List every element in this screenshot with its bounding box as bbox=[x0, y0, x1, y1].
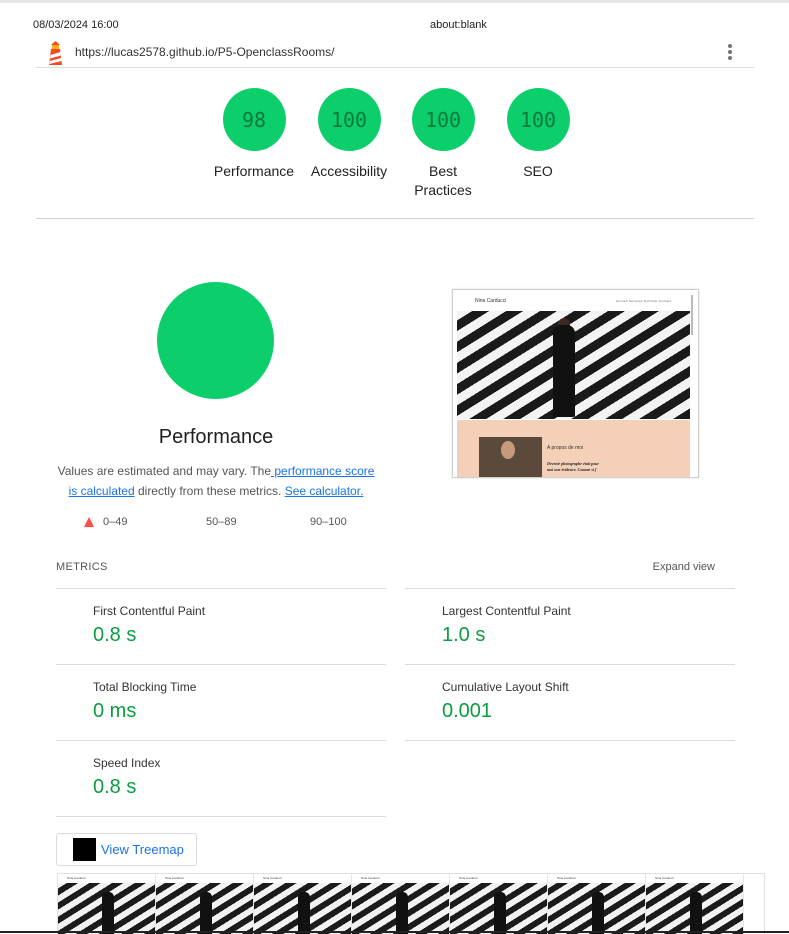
report-url[interactable]: https://lucas2578.github.io/P5-Openclass… bbox=[75, 45, 334, 59]
frame-person bbox=[494, 892, 506, 934]
filmstrip-frame: Nina Carducci bbox=[548, 874, 646, 934]
metric-cumulative-layout-shift: Cumulative Layout Shift 0.001 bbox=[405, 664, 735, 741]
expand-view-toggle[interactable]: Expand view bbox=[653, 561, 715, 573]
screenshot-about-section: A propos de moi Devenir photographe étai… bbox=[457, 420, 690, 477]
metrics-title: METRICS bbox=[56, 561, 108, 573]
see-calculator-link[interactable]: See calculator. bbox=[285, 484, 364, 498]
view-treemap-label: View Treemap bbox=[101, 842, 184, 857]
about-text-line: Devenir photographe était pour bbox=[547, 461, 599, 466]
filmstrip-frame: Nina Carducci bbox=[450, 874, 548, 934]
gauge-score: 100 bbox=[411, 88, 475, 151]
frame-person bbox=[396, 892, 408, 934]
frame-site-name: Nina Carducci bbox=[263, 876, 282, 880]
frame-site-name: Nina Carducci bbox=[655, 876, 674, 880]
screenshot-scrollbar bbox=[691, 295, 693, 335]
metric-label: Largest Contentful Paint bbox=[442, 604, 571, 618]
treemap-icon bbox=[73, 838, 96, 861]
desc-prefix: Values are estimated and may vary. The bbox=[57, 464, 272, 478]
frame-person bbox=[690, 892, 702, 934]
gauge-seo[interactable]: 100 SEO bbox=[493, 88, 583, 181]
metric-largest-contentful-paint: Largest Contentful Paint 1.0 s bbox=[405, 588, 735, 665]
metric-label: Total Blocking Time bbox=[93, 680, 197, 694]
frame-site-name: Nina Carducci bbox=[67, 876, 86, 880]
frame-site-name: Nina Carducci bbox=[459, 876, 478, 880]
screenshot-nav: Accueil Services Portfolio Contact bbox=[616, 299, 672, 303]
gauge-score: 100 bbox=[317, 88, 381, 151]
gauge-accessibility[interactable]: 100 Accessibility bbox=[304, 88, 394, 181]
legend-average-range: 50–89 bbox=[206, 516, 237, 528]
desc-middle: directly from these metrics. bbox=[134, 484, 285, 498]
url-bar: https://lucas2578.github.io/P5-Openclass… bbox=[36, 36, 754, 68]
gauge-score: 100 bbox=[506, 88, 570, 151]
gauge-label: Best Practices bbox=[414, 163, 472, 198]
filmstrip-frame: Nina Carducci bbox=[58, 874, 156, 934]
metric-speed-index: Speed Index 0.8 s bbox=[56, 740, 386, 817]
section-divider bbox=[36, 218, 754, 219]
screenshot-site-name: Nina Carducci bbox=[475, 298, 507, 304]
performance-gauge-large bbox=[157, 282, 274, 399]
legend-fail: 0–49 bbox=[84, 516, 127, 528]
hero-person bbox=[553, 325, 575, 417]
frame-site-name: Nina Carducci bbox=[361, 876, 380, 880]
metric-value: 0.8 s bbox=[93, 776, 137, 798]
filmstrip-frame: Nina Carducci bbox=[352, 874, 450, 934]
kebab-menu-icon[interactable] bbox=[726, 44, 734, 62]
top-border bbox=[0, 0, 789, 3]
gauge-performance[interactable]: 98 Performance bbox=[209, 88, 299, 181]
frame-person bbox=[200, 892, 212, 934]
performance-title: Performance bbox=[158, 426, 274, 448]
legend-pass-range: 90–100 bbox=[310, 516, 347, 528]
filmstrip-frame: Nina Carducci bbox=[254, 874, 352, 934]
print-title: about:blank bbox=[430, 19, 487, 31]
filmstrip-frame: Nina Carducci bbox=[646, 874, 744, 934]
about-text-line: moi une évidence. Comme si j' bbox=[547, 467, 598, 472]
metric-value: 1.0 s bbox=[442, 624, 486, 646]
filmstrip: Nina Carducci Nina Carducci Nina Carducc… bbox=[57, 873, 765, 934]
metric-label: First Contentful Paint bbox=[93, 604, 206, 618]
view-treemap-button[interactable]: View Treemap bbox=[56, 833, 197, 866]
frame-site-name: Nina Carducci bbox=[557, 876, 576, 880]
lighthouse-icon bbox=[49, 41, 62, 65]
metric-total-blocking-time: Total Blocking Time 0 ms bbox=[56, 664, 386, 741]
fail-triangle-icon bbox=[84, 517, 94, 527]
legend-average: 50–89 bbox=[206, 516, 237, 528]
metric-first-contentful-paint: First Contentful Paint 0.8 s bbox=[56, 588, 386, 665]
gauge-label: SEO bbox=[523, 163, 553, 179]
metric-label: Speed Index bbox=[93, 756, 161, 770]
frame-person bbox=[592, 892, 604, 934]
legend-fail-range: 0–49 bbox=[103, 516, 128, 528]
gauge-label: Performance bbox=[213, 163, 295, 179]
gauge-score: 98 bbox=[222, 88, 286, 151]
about-photo-face bbox=[501, 441, 515, 459]
score-gauges: 98 Performance 100 Accessibility 100 Bes… bbox=[0, 88, 789, 208]
metric-value: 0.001 bbox=[442, 700, 493, 722]
score-scale-legend: 0–49 50–89 90–100 bbox=[0, 516, 440, 532]
frame-site-name: Nina Carducci bbox=[165, 876, 184, 880]
performance-description: Values are estimated and may vary. The p… bbox=[56, 461, 376, 501]
final-screenshot: Nina Carducci Accueil Services Portfolio… bbox=[452, 289, 699, 478]
print-date: 08/03/2024 16:00 bbox=[33, 19, 119, 31]
metric-value: 0 ms bbox=[93, 700, 137, 722]
metric-divider bbox=[405, 740, 735, 741]
about-title: A propos de moi bbox=[547, 445, 584, 451]
screenshot-hero-image bbox=[457, 311, 690, 419]
metric-label: Cumulative Layout Shift bbox=[442, 680, 569, 694]
filmstrip-frame: Nina Carducci bbox=[156, 874, 254, 934]
metric-value: 0.8 s bbox=[93, 624, 137, 646]
gauge-best-practices[interactable]: 100 Best Practices bbox=[399, 88, 487, 200]
legend-pass: 90–100 bbox=[310, 516, 347, 528]
frame-person bbox=[298, 892, 310, 934]
frame-person bbox=[102, 892, 114, 934]
metric-divider bbox=[56, 816, 386, 817]
gauge-label: Accessibility bbox=[310, 163, 388, 179]
